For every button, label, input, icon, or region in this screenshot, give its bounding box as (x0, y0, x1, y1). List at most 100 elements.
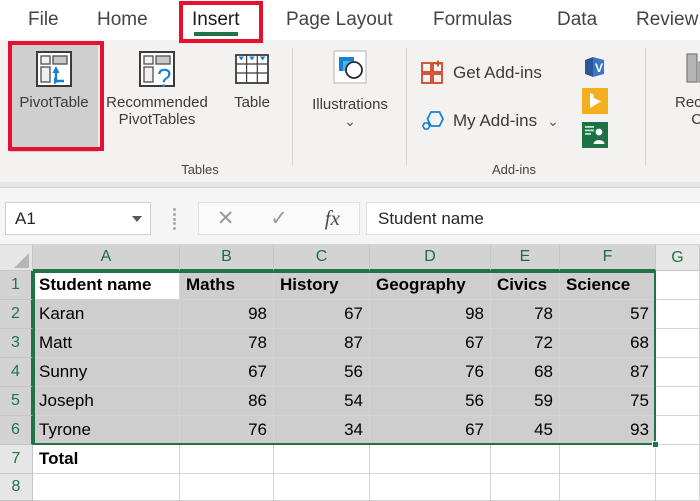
column-header-g[interactable]: G (656, 245, 700, 271)
cell-a8[interactable] (33, 474, 180, 501)
cell-e2[interactable]: 78 (491, 300, 560, 329)
cell-b2[interactable]: 98 (180, 300, 274, 329)
column-header-d[interactable]: D (370, 245, 491, 271)
table-button[interactable]: Table (222, 48, 282, 111)
row-header-2[interactable]: 2 (0, 300, 33, 329)
cell-f6[interactable]: 93 (560, 416, 656, 445)
cell-e4[interactable]: 68 (491, 358, 560, 387)
cell-a5[interactable]: Joseph (33, 387, 180, 416)
cell-g7[interactable] (656, 445, 700, 474)
formula-input[interactable]: Student name (366, 202, 700, 235)
cell-f4[interactable]: 87 (560, 358, 656, 387)
column-header-c[interactable]: C (274, 245, 370, 271)
confirm-formula-icon[interactable]: ✓ (252, 203, 305, 234)
cell-a4[interactable]: Sunny (33, 358, 180, 387)
tab-file[interactable]: File (22, 0, 65, 40)
cell-g2[interactable] (656, 300, 700, 329)
illustrations-button[interactable]: Illustrations ⌄ (304, 48, 396, 129)
illustrations-chevron-icon[interactable]: ⌄ (344, 113, 356, 129)
cell-f5[interactable]: 75 (560, 387, 656, 416)
my-addins-chevron-down-icon[interactable]: ⌄ (547, 113, 559, 130)
cancel-formula-icon[interactable]: ✕ (199, 203, 252, 234)
recommended-charts-button[interactable]: Recomm Cha (660, 48, 700, 129)
cell-c5[interactable]: 54 (274, 387, 370, 416)
cell-e7[interactable] (491, 445, 560, 474)
cell-g8[interactable] (656, 474, 700, 501)
column-header-b[interactable]: B (180, 245, 274, 271)
cell-g6[interactable] (656, 416, 700, 445)
cell-a6[interactable]: Tyrone (33, 416, 180, 445)
cell-b1[interactable]: Maths (180, 271, 274, 300)
people-graph-icon[interactable] (582, 122, 608, 148)
cell-d8[interactable] (370, 474, 491, 501)
cell-e8[interactable] (491, 474, 560, 501)
row-header-8[interactable]: 8 (0, 474, 33, 501)
pivot-table-button[interactable]: PivotTable (10, 48, 98, 111)
cell-b6[interactable]: 76 (180, 416, 274, 445)
insert-function-icon[interactable]: fx (306, 203, 359, 234)
cell-g3[interactable] (656, 329, 700, 358)
cell-a3[interactable]: Matt (33, 329, 180, 358)
tab-insert[interactable]: Insert (186, 0, 246, 40)
cell-c3[interactable]: 87 (274, 329, 370, 358)
cell-a1[interactable]: Student name (33, 271, 180, 300)
cell-c8[interactable] (274, 474, 370, 501)
cell-e1[interactable]: Civics (491, 271, 560, 300)
cell-e3[interactable]: 72 (491, 329, 560, 358)
cell-b4[interactable]: 67 (180, 358, 274, 387)
cell-f2[interactable]: 57 (560, 300, 656, 329)
cell-c4[interactable]: 56 (274, 358, 370, 387)
cell-b8[interactable] (180, 474, 274, 501)
cell-f8[interactable] (560, 474, 656, 501)
bing-icon[interactable] (582, 88, 608, 114)
cell-g1[interactable] (656, 271, 700, 300)
cell-c1[interactable]: History (274, 271, 370, 300)
row-header-3[interactable]: 3 (0, 329, 33, 358)
cell-b7[interactable] (180, 445, 274, 474)
row-header-1[interactable]: 1 (0, 271, 33, 300)
cell-g5[interactable] (656, 387, 700, 416)
cell-c7[interactable] (274, 445, 370, 474)
cell-a2[interactable]: Karan (33, 300, 180, 329)
cell-d3[interactable]: 67 (370, 329, 491, 358)
recommended-pivot-tables-button[interactable]: ? Recommended PivotTables (105, 48, 209, 129)
tab-data[interactable]: Data (551, 0, 603, 40)
cell-f7[interactable] (560, 445, 656, 474)
cell-e6[interactable]: 45 (491, 416, 560, 445)
get-addins-button[interactable]: Get Add-ins (420, 60, 542, 86)
tab-home[interactable]: Home (91, 0, 154, 40)
cell-d7[interactable] (370, 445, 491, 474)
cell-f3[interactable]: 68 (560, 329, 656, 358)
row-header-4[interactable]: 4 (0, 358, 33, 387)
selection-fill-handle[interactable] (652, 441, 659, 448)
cell-c2[interactable]: 67 (274, 300, 370, 329)
cell-b3[interactable]: 78 (180, 329, 274, 358)
row-header-7[interactable]: 7 (0, 445, 33, 474)
cell-c6[interactable]: 34 (274, 416, 370, 445)
column-header-f[interactable]: F (560, 245, 656, 271)
visio-icon[interactable]: V (582, 54, 608, 80)
cell-d2[interactable]: 98 (370, 300, 491, 329)
select-all-corner[interactable] (0, 245, 33, 271)
cell-d5[interactable]: 56 (370, 387, 491, 416)
cell-e5[interactable]: 59 (491, 387, 560, 416)
cell-g4[interactable] (656, 358, 700, 387)
tab-review[interactable]: Review (630, 0, 700, 40)
column-header-e[interactable]: E (491, 245, 560, 271)
cell-a7[interactable]: Total (33, 445, 180, 474)
cell-f1[interactable]: Science (560, 271, 656, 300)
row-header-6[interactable]: 6 (0, 416, 33, 445)
cell-d4[interactable]: 76 (370, 358, 491, 387)
cell-d1[interactable]: Geography (370, 271, 491, 300)
cell-c6-value: 34 (344, 420, 363, 439)
name-box-chevron-down-icon[interactable] (132, 215, 142, 222)
cell-d6[interactable]: 67 (370, 416, 491, 445)
formula-bar-drag-handle[interactable] (172, 208, 176, 230)
my-addins-button[interactable]: My Add-ins ⌄ (420, 108, 559, 134)
tab-page-layout[interactable]: Page Layout (280, 0, 399, 40)
cell-b5[interactable]: 86 (180, 387, 274, 416)
row-header-5[interactable]: 5 (0, 387, 33, 416)
tab-formulas[interactable]: Formulas (427, 0, 518, 40)
column-header-a[interactable]: A (33, 245, 180, 271)
name-box[interactable]: A1 (5, 202, 151, 235)
